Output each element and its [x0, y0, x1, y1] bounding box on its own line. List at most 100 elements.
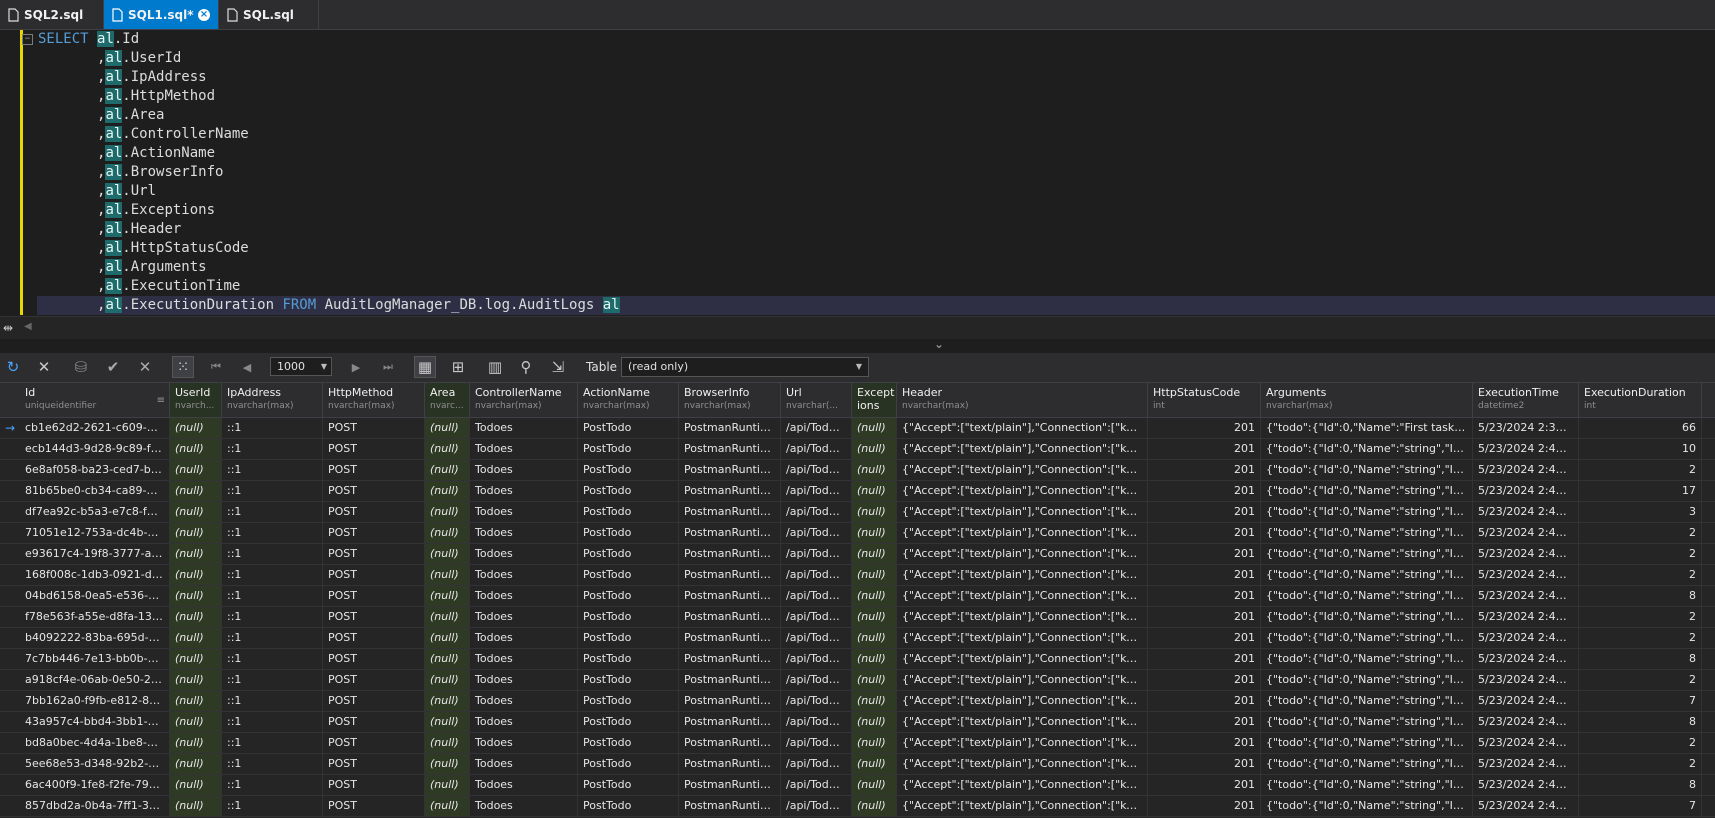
table-cell[interactable]: {"todo":{"Id":0,"Name":"string","IsDone.… — [1261, 481, 1473, 501]
table-row[interactable]: 168f008c-1db3-0921-d98... (null)::1 POST (n… — [0, 565, 1715, 586]
code-line[interactable]: ,al.ExecutionDuration FROM AuditLogManag… — [37, 296, 1715, 315]
table-row[interactable]: a918cf4e-06ab-0e50-282... (null)::1 POST (n… — [0, 670, 1715, 691]
table-cell[interactable]: (null) — [425, 418, 470, 438]
table-cell[interactable]: 5/23/2024 2:41:3... — [1473, 670, 1579, 690]
table-cell[interactable]: ::1 — [222, 775, 323, 795]
table-cell[interactable]: PostTodo — [578, 481, 679, 501]
table-cell[interactable]: PostTodo — [578, 418, 679, 438]
column-header[interactable]: ExecutionTime datetime2 — [1473, 383, 1579, 417]
table-cell[interactable]: 2 — [1579, 565, 1702, 585]
code-line[interactable]: ,al.ActionName — [38, 144, 1715, 163]
table-cell[interactable]: (null) — [425, 712, 470, 732]
table-cell[interactable]: /api/Todoes — [781, 565, 852, 585]
edit-mode-select[interactable]: (read only) ▼ — [621, 357, 869, 377]
table-cell[interactable]: (null) — [170, 502, 222, 522]
table-cell[interactable]: {"Accept":["text/plain"],"Connection":["… — [897, 544, 1148, 564]
table-cell[interactable]: {"Accept":["text/plain"],"Connection":["… — [897, 607, 1148, 627]
table-cell[interactable]: PostmanRuntime... — [679, 460, 781, 480]
table-cell[interactable]: PostmanRuntime... — [679, 691, 781, 711]
table-cell[interactable]: PostTodo — [578, 754, 679, 774]
table-cell[interactable]: 201 — [1148, 796, 1261, 816]
table-cell[interactable]: ::1 — [222, 523, 323, 543]
column-header[interactable]: Url nvarchar(... — [781, 383, 852, 417]
table-row[interactable]: 04bd6158-0ea5-e536-d88... (null)::1 POST (n… — [0, 586, 1715, 607]
table-cell[interactable]: (null) — [170, 712, 222, 732]
table-cell[interactable]: 2 — [1579, 628, 1702, 648]
table-cell[interactable]: (null) — [852, 754, 897, 774]
table-cell[interactable]: {"todo":{"Id":0,"Name":"string","IsDone.… — [1261, 565, 1473, 585]
results-grid[interactable]: Id uniqueidentifier ≡ UserId nvarch... IpAddr… — [0, 383, 1715, 818]
table-cell[interactable]: /api/Todoes — [781, 670, 852, 690]
table-cell[interactable]: 857dbd2a-0b4a-7ff1-336... — [20, 796, 170, 816]
table-cell[interactable]: (null) — [852, 670, 897, 690]
table-cell[interactable]: 8 — [1579, 775, 1702, 795]
table-cell[interactable]: (null) — [425, 439, 470, 459]
table-cell[interactable]: 5/23/2024 2:41:2... — [1473, 460, 1579, 480]
table-cell[interactable]: /api/Todoes — [781, 607, 852, 627]
table-cell[interactable]: Todoes — [470, 586, 578, 606]
card-view-icon[interactable]: ⊞ — [447, 356, 469, 378]
table-cell[interactable]: /api/Todoes — [781, 649, 852, 669]
table-cell[interactable]: 201 — [1148, 565, 1261, 585]
table-row[interactable]: ecb144d3-9d28-9c89-f5a... (null)::1 POST (n… — [0, 439, 1715, 460]
table-cell[interactable]: {"todo":{"Id":0,"Name":"string","IsDone.… — [1261, 523, 1473, 543]
code-line[interactable]: ,al.BrowserInfo — [38, 163, 1715, 182]
table-cell[interactable]: (null) — [425, 628, 470, 648]
table-cell[interactable]: POST — [323, 481, 425, 501]
table-cell[interactable]: 201 — [1148, 607, 1261, 627]
table-cell[interactable]: /api/Todoes — [781, 460, 852, 480]
export-icon[interactable]: ⇲ — [547, 356, 569, 378]
table-cell[interactable]: {"todo":{"Id":0,"Name":"string","IsDone.… — [1261, 607, 1473, 627]
table-cell[interactable]: 2 — [1579, 523, 1702, 543]
sql-editor[interactable]: − SELECT al.Id ,al.UserId ,al.IpAddress … — [0, 30, 1715, 316]
table-cell[interactable]: ::1 — [222, 796, 323, 816]
table-cell[interactable]: {"todo":{"Id":0,"Name":"string","IsDone.… — [1261, 502, 1473, 522]
table-cell[interactable]: (null) — [425, 523, 470, 543]
table-cell[interactable]: 5/23/2024 2:41:3... — [1473, 775, 1579, 795]
table-row[interactable]: df7ea92c-b5a3-e7c8-fe6... (null)::1 POST (n… — [0, 502, 1715, 523]
table-cell[interactable]: Todoes — [470, 460, 578, 480]
grid-view-icon[interactable]: ▦ — [414, 356, 436, 378]
table-cell[interactable]: {"todo":{"Id":0,"Name":"First task","IsD… — [1261, 418, 1473, 438]
code-line[interactable]: SELECT al.Id — [38, 30, 1715, 49]
table-cell[interactable]: 201 — [1148, 586, 1261, 606]
table-cell[interactable]: 2 — [1579, 754, 1702, 774]
table-cell[interactable]: (null) — [425, 670, 470, 690]
table-cell[interactable]: 201 — [1148, 544, 1261, 564]
close-tab-icon[interactable]: × — [198, 8, 210, 21]
column-header[interactable]: Area nvarc... — [425, 383, 470, 417]
table-cell[interactable]: Todoes — [470, 670, 578, 690]
table-cell[interactable]: 66 — [1579, 418, 1702, 438]
table-cell[interactable]: 201 — [1148, 670, 1261, 690]
table-cell[interactable]: PostmanRuntime... — [679, 607, 781, 627]
table-cell[interactable]: POST — [323, 733, 425, 753]
table-cell[interactable]: PostmanRuntime... — [679, 502, 781, 522]
table-cell[interactable]: 5/23/2024 2:41:3... — [1473, 607, 1579, 627]
table-cell[interactable]: /api/Todoes — [781, 481, 852, 501]
table-cell[interactable]: PostTodo — [578, 775, 679, 795]
code-line[interactable]: ,al.Arguments — [38, 258, 1715, 277]
table-cell[interactable]: PostmanRuntime... — [679, 712, 781, 732]
table-cell[interactable]: 201 — [1148, 523, 1261, 543]
table-cell[interactable]: (null) — [170, 775, 222, 795]
table-row[interactable]: f78e563f-a55e-d8fa-13b... (null)::1 POST (n… — [0, 607, 1715, 628]
table-cell[interactable]: ::1 — [222, 544, 323, 564]
table-cell[interactable]: PostTodo — [578, 733, 679, 753]
table-cell[interactable]: Todoes — [470, 565, 578, 585]
table-cell[interactable]: ::1 — [222, 733, 323, 753]
table-cell[interactable]: (null) — [425, 544, 470, 564]
column-header[interactable]: HttpMethod nvarchar(max) — [323, 383, 425, 417]
table-cell[interactable]: 5/23/2024 2:41:3... — [1473, 649, 1579, 669]
table-cell[interactable]: 201 — [1148, 775, 1261, 795]
table-cell[interactable]: ::1 — [222, 691, 323, 711]
table-row[interactable]: 857dbd2a-0b4a-7ff1-336... (null)::1 POST (n… — [0, 796, 1715, 817]
table-cell[interactable]: /api/Todoes — [781, 775, 852, 795]
table-cell[interactable]: POST — [323, 586, 425, 606]
table-cell[interactable]: POST — [323, 439, 425, 459]
column-header[interactable]: Header nvarchar(max) — [897, 383, 1148, 417]
table-cell[interactable]: (null) — [170, 649, 222, 669]
table-cell[interactable]: (null) — [852, 691, 897, 711]
table-cell[interactable]: Todoes — [470, 523, 578, 543]
table-cell[interactable]: (null) — [852, 628, 897, 648]
table-cell[interactable]: ::1 — [222, 586, 323, 606]
